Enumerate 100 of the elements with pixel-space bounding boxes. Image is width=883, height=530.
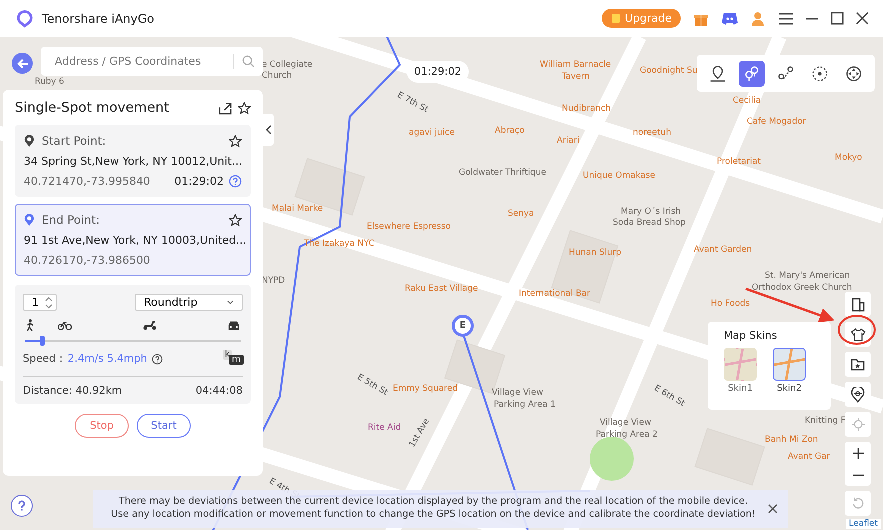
scooter-icon[interactable] bbox=[142, 320, 156, 331]
app-title: Tenorshare iAnyGo bbox=[42, 12, 155, 26]
map-label: Goldwater Thriftique bbox=[459, 168, 546, 178]
map-label: Avant Garden bbox=[694, 245, 752, 255]
device-button[interactable] bbox=[845, 292, 871, 317]
pin-icon bbox=[709, 64, 727, 82]
close-icon[interactable] bbox=[768, 504, 778, 514]
speed-label: Speed： bbox=[23, 352, 67, 366]
back-button[interactable] bbox=[12, 53, 33, 74]
share-icon[interactable] bbox=[219, 102, 232, 114]
timer-badge: 01:29:02 bbox=[407, 61, 469, 83]
start-point-card[interactable]: Start Point: 34 Spring St,New York, NY 10012,Unit... 40.721470,-73.995840 01:29:02 bbox=[15, 125, 251, 197]
map-label: Village View bbox=[492, 388, 544, 398]
two-pins-icon bbox=[743, 64, 761, 82]
chevron-left-icon bbox=[266, 125, 272, 135]
map-label: Elsewhere Espresso bbox=[367, 222, 451, 232]
close-icon[interactable] bbox=[856, 12, 869, 25]
pin-icon bbox=[851, 386, 865, 402]
star-folder-icon bbox=[851, 358, 865, 370]
count-stepper[interactable]: 1 bbox=[23, 294, 57, 311]
speed-value: 2.4m/s 5.4mph bbox=[68, 353, 148, 365]
trip-dropdown[interactable]: Roundtrip bbox=[135, 294, 243, 311]
mode-button[interactable] bbox=[739, 60, 765, 86]
street-map[interactable] bbox=[0, 37, 883, 530]
star-icon[interactable] bbox=[229, 134, 242, 148]
map-label: Unique Omakase bbox=[583, 171, 656, 181]
unit-toggle[interactable]: k m bbox=[223, 350, 243, 368]
map-label: noreetuh bbox=[633, 128, 672, 138]
logo-icon bbox=[16, 10, 34, 28]
highlight-circle bbox=[838, 315, 876, 345]
map-label: Church bbox=[262, 71, 292, 81]
map-label: Banh Mi Zon bbox=[765, 435, 818, 445]
search-field[interactable]: Address / GPS Coordinates bbox=[41, 47, 263, 76]
map-label: William Barnacle bbox=[540, 60, 612, 70]
start-point-label: Start Point: bbox=[42, 134, 106, 148]
star-icon[interactable] bbox=[229, 214, 242, 226]
popup-title: Map Skins bbox=[724, 330, 778, 342]
location-pin-button[interactable] bbox=[845, 382, 871, 407]
car-icon[interactable] bbox=[227, 320, 241, 332]
stepper-arrows-icon[interactable] bbox=[45, 296, 53, 308]
plus-icon bbox=[852, 448, 864, 458]
map-label: Hunan Slurp bbox=[569, 248, 622, 258]
map-label: Parking Area 2 bbox=[596, 430, 658, 440]
route-icon bbox=[777, 64, 795, 82]
caret-icon bbox=[227, 300, 234, 305]
map-label: Tavern bbox=[562, 72, 590, 82]
map-label: Raku East Village bbox=[405, 284, 478, 294]
skin-thumbnail[interactable] bbox=[773, 348, 806, 381]
street-label: E 5th St bbox=[356, 372, 390, 398]
map-label: St. Mary's American bbox=[765, 271, 850, 281]
distance-text: Distance: 40.92km bbox=[23, 385, 122, 397]
attribution-link[interactable]: Leaflet bbox=[846, 519, 881, 529]
dotted-circle-icon bbox=[811, 64, 829, 82]
devices-icon bbox=[851, 298, 865, 312]
map-label: Ruby 6 bbox=[35, 77, 64, 87]
badge-icon bbox=[610, 13, 621, 24]
start-pin-icon bbox=[24, 134, 35, 148]
map-label: Malai Marke bbox=[272, 204, 324, 214]
map-label: The Izakaya NYC bbox=[304, 239, 375, 249]
chat-icon[interactable] bbox=[721, 12, 739, 26]
bicycle-icon[interactable] bbox=[58, 320, 72, 331]
map-label: Parking Area 1 bbox=[494, 400, 556, 410]
crosshair-icon bbox=[852, 418, 864, 431]
map-label: Rite Aid bbox=[368, 423, 402, 433]
walking-icon[interactable] bbox=[25, 319, 36, 332]
map-label: Goodnight Su bbox=[640, 66, 698, 76]
end-point-card[interactable]: End Point: 91 1st Ave,New York, NY 10003,United... 40.726170,-73.986500 bbox=[15, 204, 251, 276]
favorites-folder-button[interactable] bbox=[845, 352, 871, 377]
skin-thumbnail[interactable] bbox=[724, 348, 757, 381]
end-coordinates: 40.726170,-73.986500 bbox=[24, 254, 150, 267]
skin-label: Skin2 bbox=[777, 384, 802, 394]
collapse-button[interactable] bbox=[263, 114, 274, 146]
map-label: Ariari bbox=[557, 136, 580, 146]
help-icon[interactable] bbox=[152, 354, 164, 364]
arrow-left-icon bbox=[16, 56, 30, 70]
map-skin-button[interactable] bbox=[845, 322, 871, 347]
map-label: NYPD bbox=[262, 276, 286, 286]
star-list-icon[interactable] bbox=[238, 102, 251, 114]
joystick-icon bbox=[845, 64, 863, 82]
map-label: Mokyo bbox=[835, 153, 862, 163]
map-label: Cecilia bbox=[733, 96, 762, 106]
map-label: Emmy Squared bbox=[393, 384, 458, 394]
panel-title: Single-Spot movement bbox=[15, 100, 170, 116]
skin-label: Skin1 bbox=[728, 384, 753, 394]
end-point-label: End Point: bbox=[42, 213, 100, 227]
slider-thumb[interactable] bbox=[40, 336, 46, 346]
map-label: Mary O´s Irish bbox=[621, 207, 682, 217]
map-label: Village View bbox=[600, 418, 652, 428]
help-button[interactable] bbox=[11, 495, 33, 517]
start-coordinates: 40.721470,-73.995840 bbox=[24, 175, 150, 188]
end-marker: E bbox=[452, 315, 474, 337]
rotate-icon bbox=[852, 497, 864, 510]
maximize-icon[interactable] bbox=[831, 12, 844, 25]
duration-text: 04:44:08 bbox=[196, 385, 243, 397]
start-button[interactable]: Start bbox=[137, 414, 191, 438]
map-label: Orthodox Greek Church bbox=[752, 283, 852, 293]
map-label: Abraço bbox=[495, 126, 525, 136]
street-label: E 7th St bbox=[396, 90, 430, 116]
menu-icon[interactable] bbox=[779, 12, 793, 24]
start-address: 34 Spring St,New York, NY 10012,Unit... bbox=[24, 155, 242, 168]
